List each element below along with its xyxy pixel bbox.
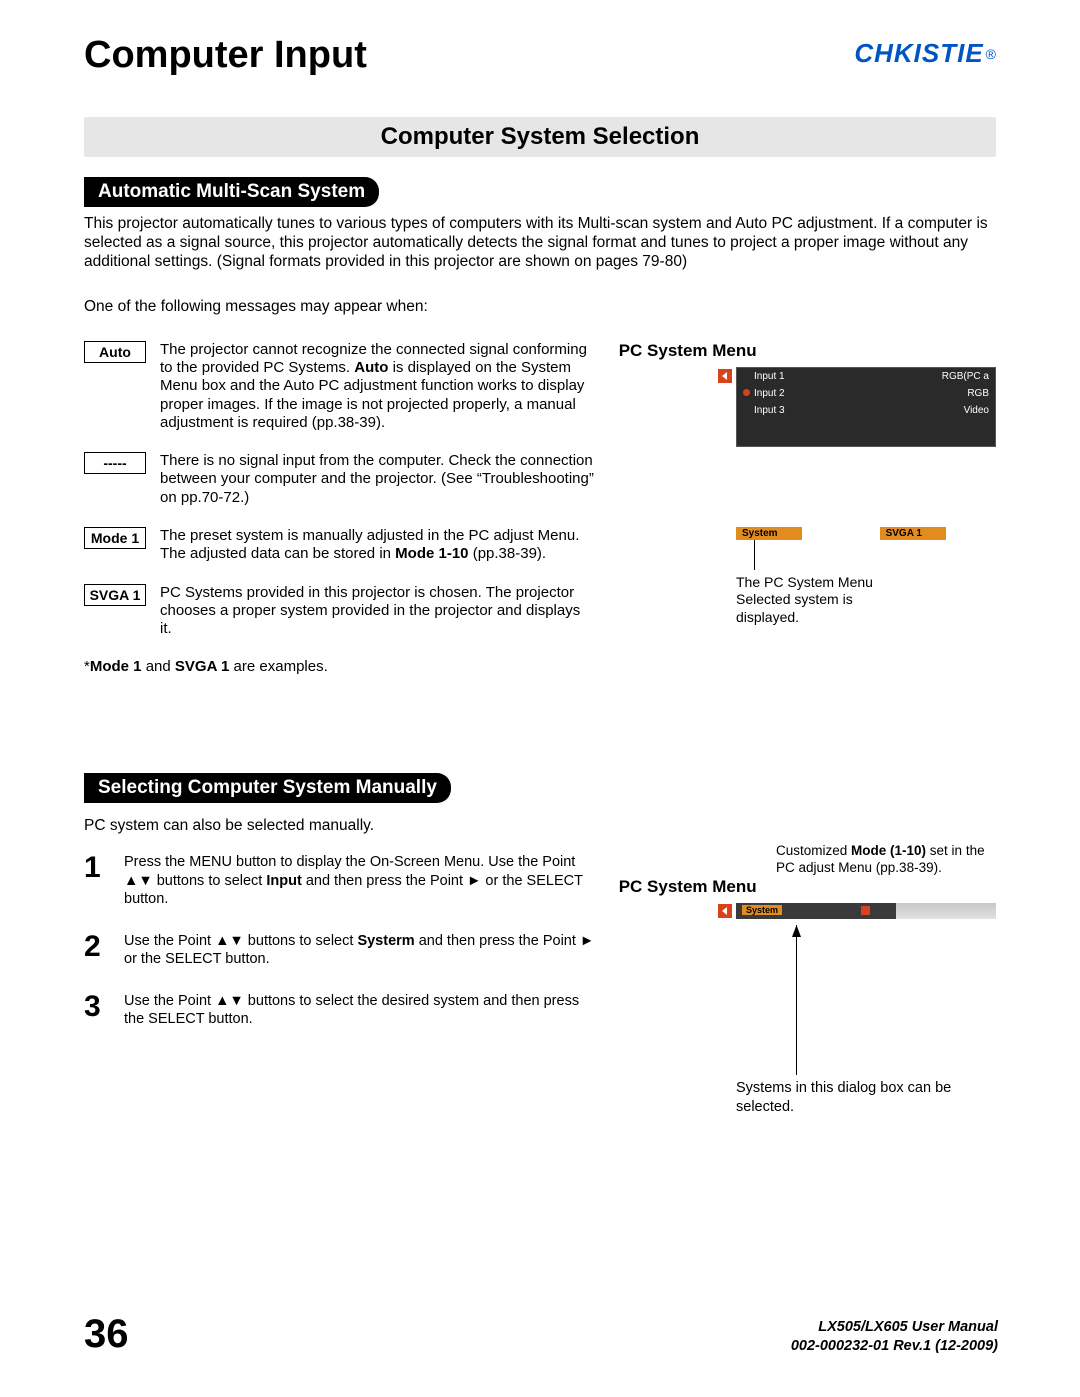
back-arrow-icon — [718, 904, 732, 918]
pc-system-menu-panel: Input 1 RGB(PC a Input 2 RGB Input 3 Vid… — [736, 367, 996, 627]
logo-text: CHKISTIE — [854, 38, 983, 69]
manual-page: Computer Input CHKISTIE® Computer System… — [0, 0, 1080, 1397]
orange-bar-system: System — [736, 527, 802, 540]
step-number: 1 — [84, 853, 110, 907]
auto-intro: This projector automatically tunes to va… — [84, 215, 996, 272]
message-svga1: SVGA 1 PC Systems provided in this proje… — [84, 584, 595, 639]
menu-left: Input 1 — [743, 371, 785, 382]
step-number: 2 — [84, 932, 110, 968]
pc-system-menu-heading-2: PC System Menu — [619, 877, 996, 897]
menu-right: Video — [964, 405, 989, 416]
examples-note: *Mode 1 and SVGA 1 are examples. — [84, 658, 595, 675]
brand-logo: CHKISTIE® — [854, 38, 996, 69]
message-label: SVGA 1 — [84, 584, 146, 606]
subheader-auto: Automatic Multi-Scan System — [84, 177, 379, 207]
arrow-line — [796, 925, 797, 1075]
menu-right: RGB — [967, 388, 989, 399]
step-3: 3 Use the Point ▲▼ buttons to select the… — [84, 992, 595, 1028]
footer-line-2: 002-000232-01 Rev.1 (12-2009) — [791, 1337, 998, 1357]
orange-bar-system-2: System — [742, 905, 782, 915]
orange-bars: System SVGA 1 — [736, 527, 996, 540]
section2-illustration: Customized Mode (1-10) set in the PC adj… — [619, 853, 996, 1097]
menu-left: Input 2 — [743, 388, 785, 399]
message-auto: Auto The projector cannot recognize the … — [84, 341, 595, 432]
fade-area — [896, 903, 996, 919]
step-text: Press the MENU button to display the On-… — [124, 853, 595, 907]
menu-dark-panel: Input 1 RGB(PC a Input 2 RGB Input 3 Vid… — [736, 367, 996, 447]
menu-dark-panel-2: System — [736, 903, 996, 919]
steps-list: 1 Press the MENU button to display the O… — [84, 853, 595, 1097]
menu-left: Input 3 — [743, 405, 785, 416]
callout-arrow: Systems in this dialog box can be select… — [736, 925, 996, 1097]
section-auto-multiscan: Automatic Multi-Scan System This project… — [84, 165, 996, 675]
page-title: Computer Input — [84, 34, 367, 77]
step-text: Use the Point ▲▼ buttons to select Syste… — [124, 932, 595, 968]
callout-text: The PC System Menu Selected system is di… — [736, 574, 916, 627]
trademark-icon: ® — [986, 46, 996, 62]
section-banner: Computer System Selection — [84, 117, 996, 157]
message-nosignal: ----- There is no signal input from the … — [84, 452, 595, 507]
orange-bar-svga: SVGA 1 — [880, 527, 946, 540]
customized-note: Customized Mode (1-10) set in the PC adj… — [776, 843, 996, 877]
active-dot-icon — [743, 389, 750, 396]
step-2: 2 Use the Point ▲▼ buttons to select Sys… — [84, 932, 595, 968]
manual-intro: PC system can also be selected manually. — [84, 817, 996, 835]
message-desc: The projector cannot recognize the conne… — [160, 341, 595, 432]
back-arrow-icon — [718, 369, 732, 383]
pc-system-menu-heading: PC System Menu — [619, 341, 996, 361]
message-desc: PC Systems provided in this projector is… — [160, 584, 595, 639]
callout-line — [754, 540, 996, 570]
menu-right: RGB(PC a — [942, 371, 989, 382]
section1-illustration: PC System Menu Input 1 RGB(PC a Input 2 … — [619, 341, 996, 676]
footer: 36 LX505/LX605 User Manual 002-000232-01… — [84, 1312, 998, 1357]
footer-line-1: LX505/LX605 User Manual — [791, 1318, 998, 1338]
page-number: 36 — [84, 1312, 129, 1357]
red-square-icon — [861, 906, 870, 915]
section2-columns: 1 Press the MENU button to display the O… — [84, 853, 996, 1097]
menu-row: Input 1 RGB(PC a — [737, 368, 995, 385]
header: Computer Input CHKISTIE® — [84, 34, 996, 77]
footer-info: LX505/LX605 User Manual 002-000232-01 Re… — [791, 1318, 998, 1357]
menu-row: Input 3 Video — [737, 402, 995, 419]
message-mode1: Mode 1 The preset system is manually adj… — [84, 527, 595, 564]
message-label: Mode 1 — [84, 527, 146, 549]
step-number: 3 — [84, 992, 110, 1028]
message-desc: There is no signal input from the comput… — [160, 452, 595, 507]
pc-system-menu-panel-2: System — [736, 903, 996, 919]
section1-columns: Auto The projector cannot recognize the … — [84, 341, 996, 676]
step-1: 1 Press the MENU button to display the O… — [84, 853, 595, 907]
message-desc: The preset system is manually adjusted i… — [160, 527, 595, 564]
message-label: Auto — [84, 341, 146, 363]
menu-row: Input 2 RGB — [737, 385, 995, 402]
step-text: Use the Point ▲▼ buttons to select the d… — [124, 992, 595, 1028]
subheader-manual: Selecting Computer System Manually — [84, 773, 451, 803]
message-label: ----- — [84, 452, 146, 474]
messages-intro: One of the following messages may appear… — [84, 298, 996, 317]
callout-text-2: Systems in this dialog box can be select… — [736, 1079, 996, 1115]
messages-list: Auto The projector cannot recognize the … — [84, 341, 595, 676]
section-manual-select: Selecting Computer System Manually PC sy… — [84, 761, 996, 1097]
